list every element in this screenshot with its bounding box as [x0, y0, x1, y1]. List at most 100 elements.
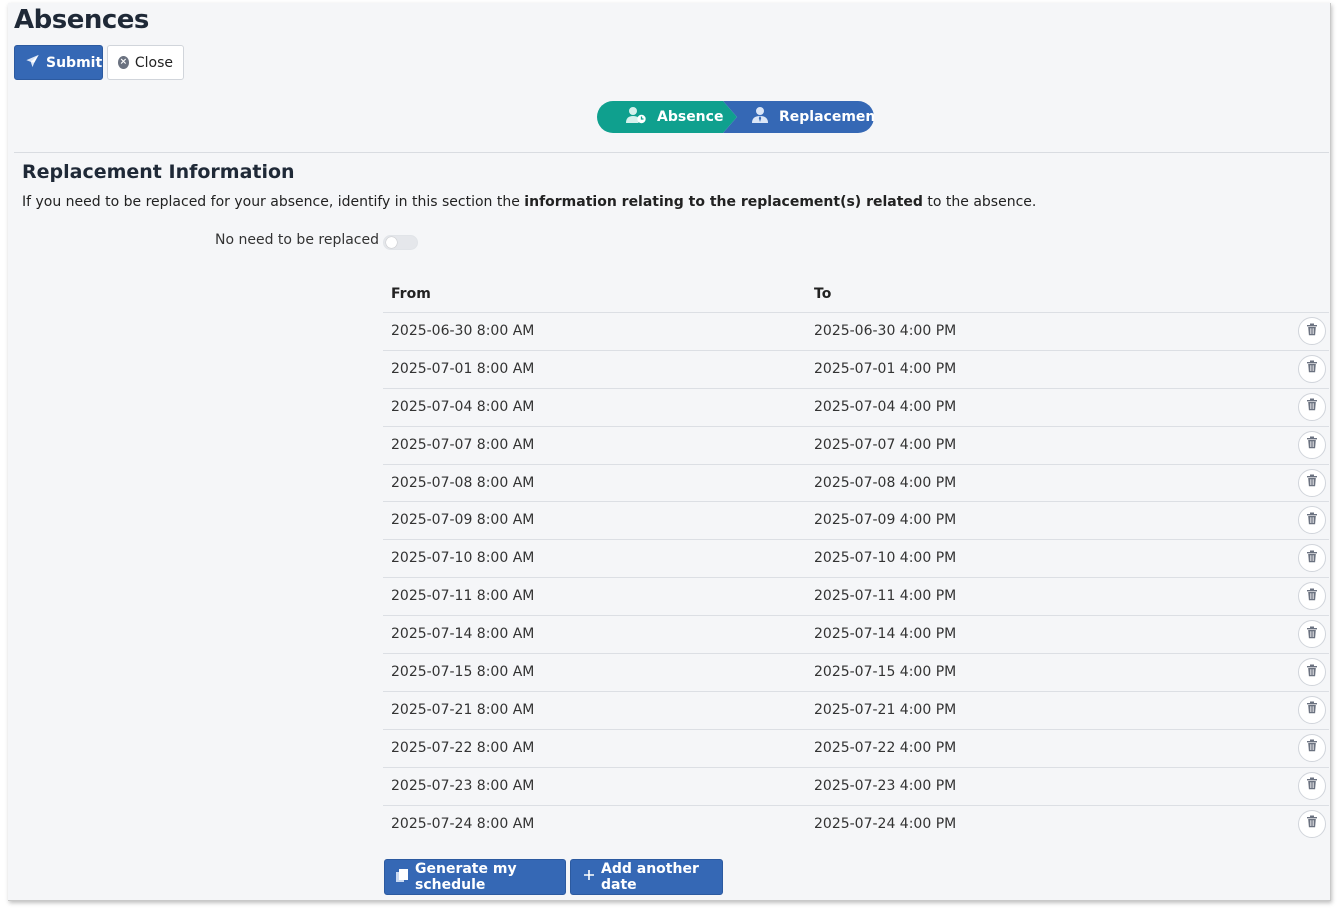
step-absence[interactable]: Absence: [597, 101, 737, 133]
user-clock-icon: [625, 106, 647, 128]
cell-to: 2025-07-01 4:00 PM: [814, 360, 957, 377]
section-description-emphasis: information relating to the replacement(…: [524, 194, 923, 210]
generate-schedule-button[interactable]: Generate my schedule: [384, 859, 566, 895]
trash-icon: [1306, 588, 1318, 605]
trash-icon: [1306, 701, 1318, 718]
delete-row-button[interactable]: [1298, 544, 1326, 573]
cell-from: 2025-07-21 8:00 AM: [391, 701, 535, 718]
table-header: From To: [383, 275, 1329, 313]
cell-from: 2025-07-04 8:00 AM: [391, 398, 535, 415]
cell-to: 2025-07-04 4:00 PM: [814, 398, 957, 415]
table-row: 2025-06-30 8:00 AM 2025-06-30 4:00 PM: [383, 313, 1329, 351]
delete-row-button[interactable]: [1298, 354, 1326, 383]
section-divider: [14, 152, 1329, 153]
delete-row-button[interactable]: [1298, 468, 1326, 497]
delete-row-button[interactable]: [1298, 392, 1326, 421]
trash-icon: [1306, 398, 1318, 415]
delete-row-button[interactable]: [1298, 733, 1326, 762]
table-row: 2025-07-11 8:00 AM 2025-07-11 4:00 PM: [383, 578, 1329, 617]
cell-from: 2025-07-07 8:00 AM: [391, 436, 535, 453]
submit-button[interactable]: Submit: [14, 45, 103, 80]
delete-row-button[interactable]: [1298, 771, 1326, 800]
table-row: 2025-07-14 8:00 AM 2025-07-14 4:00 PM: [383, 616, 1329, 655]
submit-label: Submit: [46, 54, 103, 71]
delete-row-button[interactable]: [1298, 430, 1326, 459]
toggle-knob: [386, 237, 397, 248]
delete-row-button[interactable]: [1298, 620, 1326, 649]
trash-icon: [1306, 777, 1318, 794]
table-row: 2025-07-21 8:00 AM 2025-07-21 4:00 PM: [383, 692, 1329, 730]
table-row: 2025-07-01 8:00 AM 2025-07-01 4:00 PM: [383, 351, 1329, 389]
trash-icon: [1306, 360, 1318, 377]
delete-row-button[interactable]: [1298, 317, 1326, 345]
cell-from: 2025-07-01 8:00 AM: [391, 360, 535, 377]
column-header-to: To: [814, 285, 832, 302]
step-replacement[interactable]: Replacement: [723, 101, 874, 133]
generate-schedule-label: Generate my schedule: [415, 861, 517, 893]
paper-plane-icon: [25, 54, 40, 72]
cell-from: 2025-07-09 8:00 AM: [391, 512, 535, 529]
delete-row-button[interactable]: [1298, 582, 1326, 611]
cell-from: 2025-07-14 8:00 AM: [391, 626, 535, 643]
cell-to: 2025-07-22 4:00 PM: [814, 739, 957, 756]
cell-from: 2025-07-23 8:00 AM: [391, 777, 535, 794]
trash-icon: [1306, 626, 1318, 643]
cell-to: 2025-07-21 4:00 PM: [814, 701, 957, 718]
delete-row-button[interactable]: [1298, 658, 1326, 687]
trash-icon: [1306, 739, 1318, 756]
no-replacement-label: No need to be replaced: [215, 232, 379, 248]
cell-from: 2025-07-11 8:00 AM: [391, 588, 535, 605]
cell-to: 2025-07-14 4:00 PM: [814, 626, 957, 643]
step-replacement-label: Replacement: [779, 109, 883, 125]
table-row: 2025-07-15 8:00 AM 2025-07-15 4:00 PM: [383, 654, 1329, 692]
close-circle-icon: ×: [118, 56, 129, 69]
progress-stepper: Absence Replacement: [597, 101, 874, 133]
cell-to: 2025-07-15 4:00 PM: [814, 664, 957, 681]
section-description: If you need to be replaced for your abse…: [22, 194, 1037, 210]
table-body: 2025-06-30 8:00 AM 2025-06-30 4:00 PM 2025…: [383, 313, 1329, 843]
table-row: 2025-07-24 8:00 AM 2025-07-24 4:00 PM: [383, 806, 1329, 844]
absence-form-window: Absences Submit × Close Absence Replacem…: [8, 3, 1331, 901]
table-row: 2025-07-08 8:00 AM 2025-07-08 4:00 PM: [383, 465, 1329, 503]
cell-to: 2025-07-08 4:00 PM: [814, 474, 957, 491]
cell-to: 2025-07-23 4:00 PM: [814, 777, 957, 794]
delete-row-button[interactable]: [1298, 695, 1326, 724]
cell-from: 2025-06-30 8:00 AM: [391, 323, 535, 339]
column-header-from: From: [391, 285, 431, 302]
trash-icon: [1306, 815, 1318, 832]
delete-row-button[interactable]: [1298, 506, 1326, 535]
cell-to: 2025-07-09 4:00 PM: [814, 512, 957, 529]
table-row: 2025-07-23 8:00 AM 2025-07-23 4:00 PM: [383, 768, 1329, 806]
user-tie-icon: [751, 106, 769, 128]
page-title: Absences: [14, 5, 149, 35]
cell-from: 2025-07-08 8:00 AM: [391, 474, 535, 491]
cell-from: 2025-07-15 8:00 AM: [391, 664, 535, 681]
cell-to: 2025-06-30 4:00 PM: [814, 323, 957, 339]
table-row: 2025-07-10 8:00 AM 2025-07-10 4:00 PM: [383, 540, 1329, 579]
close-label: Close: [134, 54, 173, 71]
add-date-button[interactable]: Add another date: [570, 859, 723, 895]
close-button[interactable]: × Close: [107, 45, 184, 80]
trash-icon: [1306, 436, 1318, 453]
trash-icon: [1306, 323, 1318, 340]
trash-icon: [1306, 474, 1318, 491]
plus-icon: [583, 869, 595, 885]
cell-to: 2025-07-07 4:00 PM: [814, 436, 957, 453]
cell-from: 2025-07-10 8:00 AM: [391, 550, 535, 567]
table-row: 2025-07-09 8:00 AM 2025-07-09 4:00 PM: [383, 502, 1329, 541]
add-date-label: Add another date: [601, 861, 699, 893]
cell-from: 2025-07-22 8:00 AM: [391, 739, 535, 756]
trash-icon: [1306, 550, 1318, 567]
cell-from: 2025-07-24 8:00 AM: [391, 815, 535, 832]
delete-row-button[interactable]: [1298, 809, 1326, 838]
trash-icon: [1306, 664, 1318, 681]
cell-to: 2025-07-10 4:00 PM: [814, 550, 957, 567]
table-row: 2025-07-22 8:00 AM 2025-07-22 4:00 PM: [383, 730, 1329, 768]
trash-icon: [1306, 512, 1318, 529]
cell-to: 2025-07-11 4:00 PM: [814, 588, 957, 605]
cell-to: 2025-07-24 4:00 PM: [814, 815, 957, 832]
replacement-dates-table: From To 2025-06-30 8:00 AM 2025-06-30 4:0…: [383, 275, 1329, 843]
table-row: 2025-07-07 8:00 AM 2025-07-07 4:00 PM: [383, 427, 1329, 465]
no-replacement-toggle[interactable]: [383, 235, 418, 250]
table-row: 2025-07-04 8:00 AM 2025-07-04 4:00 PM: [383, 389, 1329, 427]
